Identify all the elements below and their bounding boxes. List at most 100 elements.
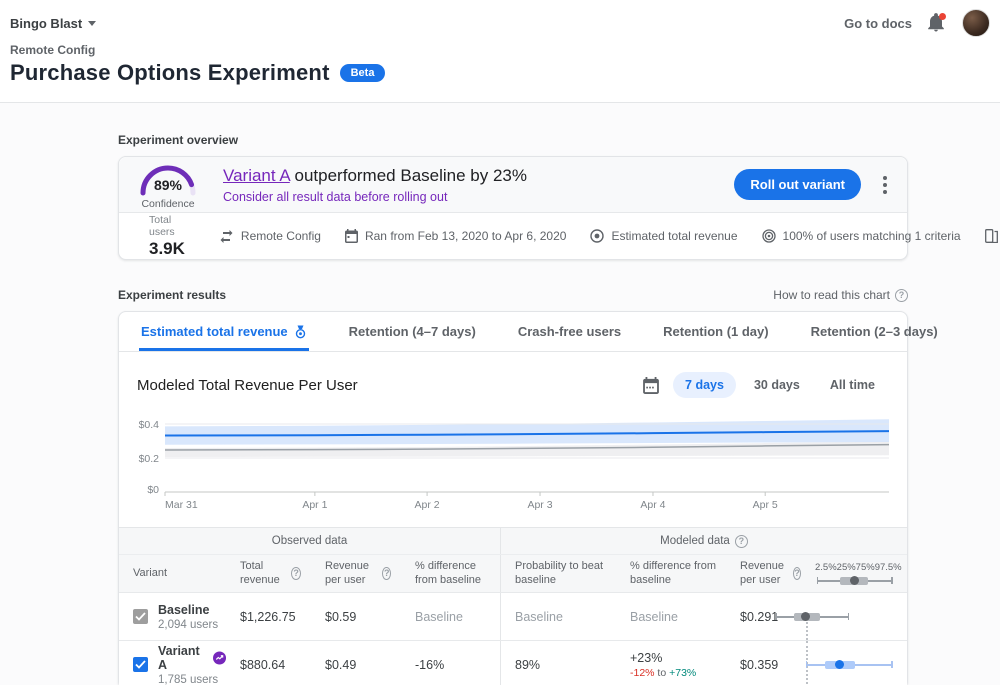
roll-out-variant-button[interactable]: Roll out variant xyxy=(734,169,861,200)
baseline-whisker-plot xyxy=(771,593,891,640)
leader-badge-icon xyxy=(213,651,226,665)
help-icon: ? xyxy=(735,535,748,548)
help-icon[interactable]: ? xyxy=(382,567,391,580)
total-revenue-value: $1,226.75 xyxy=(226,610,311,624)
variant-name: Variant A xyxy=(158,644,226,672)
topbar: Bingo Blast Go to docs xyxy=(0,0,1000,39)
pct-diff-modeled: +23% -12% to +73% xyxy=(616,651,726,679)
variant-a-whisker-cell xyxy=(801,641,907,685)
goal-icon xyxy=(590,229,604,243)
meta-audience: 100% of users matching 1 criteria xyxy=(762,229,961,243)
revenue-chart: $0$0.2$0.4Mar 31Apr 1Apr 2Apr 3Apr 4Apr … xyxy=(133,412,893,512)
meta-remote-config: Remote Config xyxy=(219,229,321,243)
svg-text:Apr 3: Apr 3 xyxy=(527,499,552,511)
variant-a-link[interactable]: Variant A xyxy=(223,166,290,185)
confidence-gauge: 89% Confidence xyxy=(135,160,201,210)
table-row-baseline: Baseline 2,094 users $1,226.75 $0.59 Bas… xyxy=(119,592,907,640)
tab-retention-4-7-days[interactable]: Retention (4–7 days) xyxy=(347,312,478,351)
col-revenue-per-user: Revenue per user? xyxy=(311,560,401,586)
confidence-label: Confidence xyxy=(135,198,201,210)
variants-icon xyxy=(985,229,998,243)
beta-badge: Beta xyxy=(340,64,386,82)
notification-badge xyxy=(939,13,946,20)
variant-name: Baseline xyxy=(158,603,218,617)
tab-crash-free-users[interactable]: Crash-free users xyxy=(516,312,623,351)
col-variant: Variant xyxy=(119,567,226,580)
overview-section-label: Experiment overview xyxy=(118,133,908,147)
baseline-checkbox[interactable] xyxy=(133,609,148,624)
total-users: Total users 3.9K xyxy=(149,214,185,259)
col-pct-diff: % difference from baseline xyxy=(401,555,501,592)
overflow-menu-icon[interactable] xyxy=(879,172,891,198)
leader-medal-icon xyxy=(294,325,307,339)
chart-title: Modeled Total Revenue Per User xyxy=(137,377,358,394)
svg-text:$0.4: $0.4 xyxy=(139,419,160,431)
svg-text:Apr 2: Apr 2 xyxy=(415,499,440,511)
pct-diff-modeled: Baseline xyxy=(616,610,726,624)
meta-goal-metric: Estimated total revenue xyxy=(590,229,737,243)
revenue-per-user-value: $0.49 xyxy=(311,658,401,672)
meta-date-range: Ran from Feb 13, 2020 to Apr 6, 2020 xyxy=(345,229,566,243)
svg-text:Apr 1: Apr 1 xyxy=(302,499,327,511)
col-pct-diff-modeled: % difference from baseline xyxy=(616,560,726,586)
whisker-legend: 2.5%25%75%97.5% xyxy=(801,562,907,586)
calendar-icon xyxy=(345,229,358,243)
modeled-data-group-header: Modeled data? xyxy=(501,528,907,554)
metric-tabs: Estimated total revenue Retention (4–7 d… xyxy=(119,312,907,352)
tab-estimated-total-revenue[interactable]: Estimated total revenue xyxy=(139,312,309,351)
chevron-down-icon xyxy=(88,21,96,26)
help-icon[interactable]: ? xyxy=(291,567,301,580)
observed-data-group-header: Observed data xyxy=(119,528,501,554)
range-30-days[interactable]: 30 days xyxy=(742,372,812,398)
project-name: Bingo Blast xyxy=(10,16,82,31)
col-modeled-rpu: Revenue per user? xyxy=(726,560,801,586)
table-column-headers: Variant Total revenue? Revenue per user?… xyxy=(119,554,907,592)
legend-whisker-plot xyxy=(815,576,893,586)
main-content: Experiment overview 89% Confidence Varia… xyxy=(0,103,1000,685)
svg-text:$0.2: $0.2 xyxy=(139,453,160,465)
result-subtitle: Consider all result data before rolling … xyxy=(223,190,734,204)
variant-a-checkbox[interactable] xyxy=(133,657,148,672)
meta-variants: 2 variants xyxy=(985,229,1000,243)
results-card: Estimated total revenue Retention (4–7 d… xyxy=(118,311,908,685)
go-to-docs-link[interactable]: Go to docs xyxy=(844,16,912,31)
pct-diff-observed: Baseline xyxy=(401,593,501,640)
pct-diff-observed: -16% xyxy=(401,641,501,685)
how-to-read-chart-link[interactable]: How to read this chart? xyxy=(773,288,908,302)
page-title: Purchase Options Experiment xyxy=(10,60,330,86)
user-avatar[interactable] xyxy=(962,9,990,37)
results-section-label: Experiment results xyxy=(118,288,226,302)
range-7-days[interactable]: 7 days xyxy=(673,372,736,398)
calendar-icon xyxy=(643,377,659,394)
tab-retention-1-day[interactable]: Retention (1 day) xyxy=(661,312,770,351)
variant-users: 1,785 users xyxy=(158,674,226,685)
revenue-chart-area: $0$0.2$0.4Mar 31Apr 1Apr 2Apr 3Apr 4Apr … xyxy=(119,404,907,527)
col-prob-beat: Probability to beat baseline xyxy=(501,560,616,586)
prob-beat-value: Baseline xyxy=(501,610,616,624)
audience-icon xyxy=(762,229,776,243)
variant-users: 2,094 users xyxy=(158,619,218,631)
project-selector[interactable]: Bingo Blast xyxy=(10,16,96,31)
notifications-button[interactable] xyxy=(928,13,946,33)
tab-retention-2-3-days[interactable]: Retention (2–3 days) xyxy=(809,312,940,351)
variant-a-whisker-plot xyxy=(771,641,891,685)
table-row-variant-a: Variant A 1,785 users $880.64 $0.49 -16%… xyxy=(119,640,907,685)
breadcrumb: Remote Config xyxy=(10,43,990,57)
pct-diff-range: -12% to +73% xyxy=(630,667,716,679)
date-range-control: 7 days 30 days All time xyxy=(643,372,887,398)
confidence-value: 89% xyxy=(154,177,183,193)
prob-beat-value: 89% xyxy=(501,658,616,672)
range-all-time[interactable]: All time xyxy=(818,372,887,398)
total-revenue-value: $880.64 xyxy=(226,658,311,672)
page-header: Remote Config Purchase Options Experimen… xyxy=(0,39,1000,103)
result-headline: Variant A outperformed Baseline by 23% xyxy=(223,166,734,186)
svg-text:Mar 31: Mar 31 xyxy=(165,499,198,511)
svg-text:Apr 4: Apr 4 xyxy=(640,499,665,511)
help-icon[interactable]: ? xyxy=(793,567,801,580)
svg-text:$0: $0 xyxy=(147,484,159,496)
help-icon: ? xyxy=(895,289,908,302)
col-total-revenue: Total revenue? xyxy=(226,560,311,586)
remote-config-icon xyxy=(219,230,234,243)
revenue-per-user-value: $0.59 xyxy=(311,610,401,624)
overview-card: 89% Confidence Variant A outperformed Ba… xyxy=(118,156,908,260)
